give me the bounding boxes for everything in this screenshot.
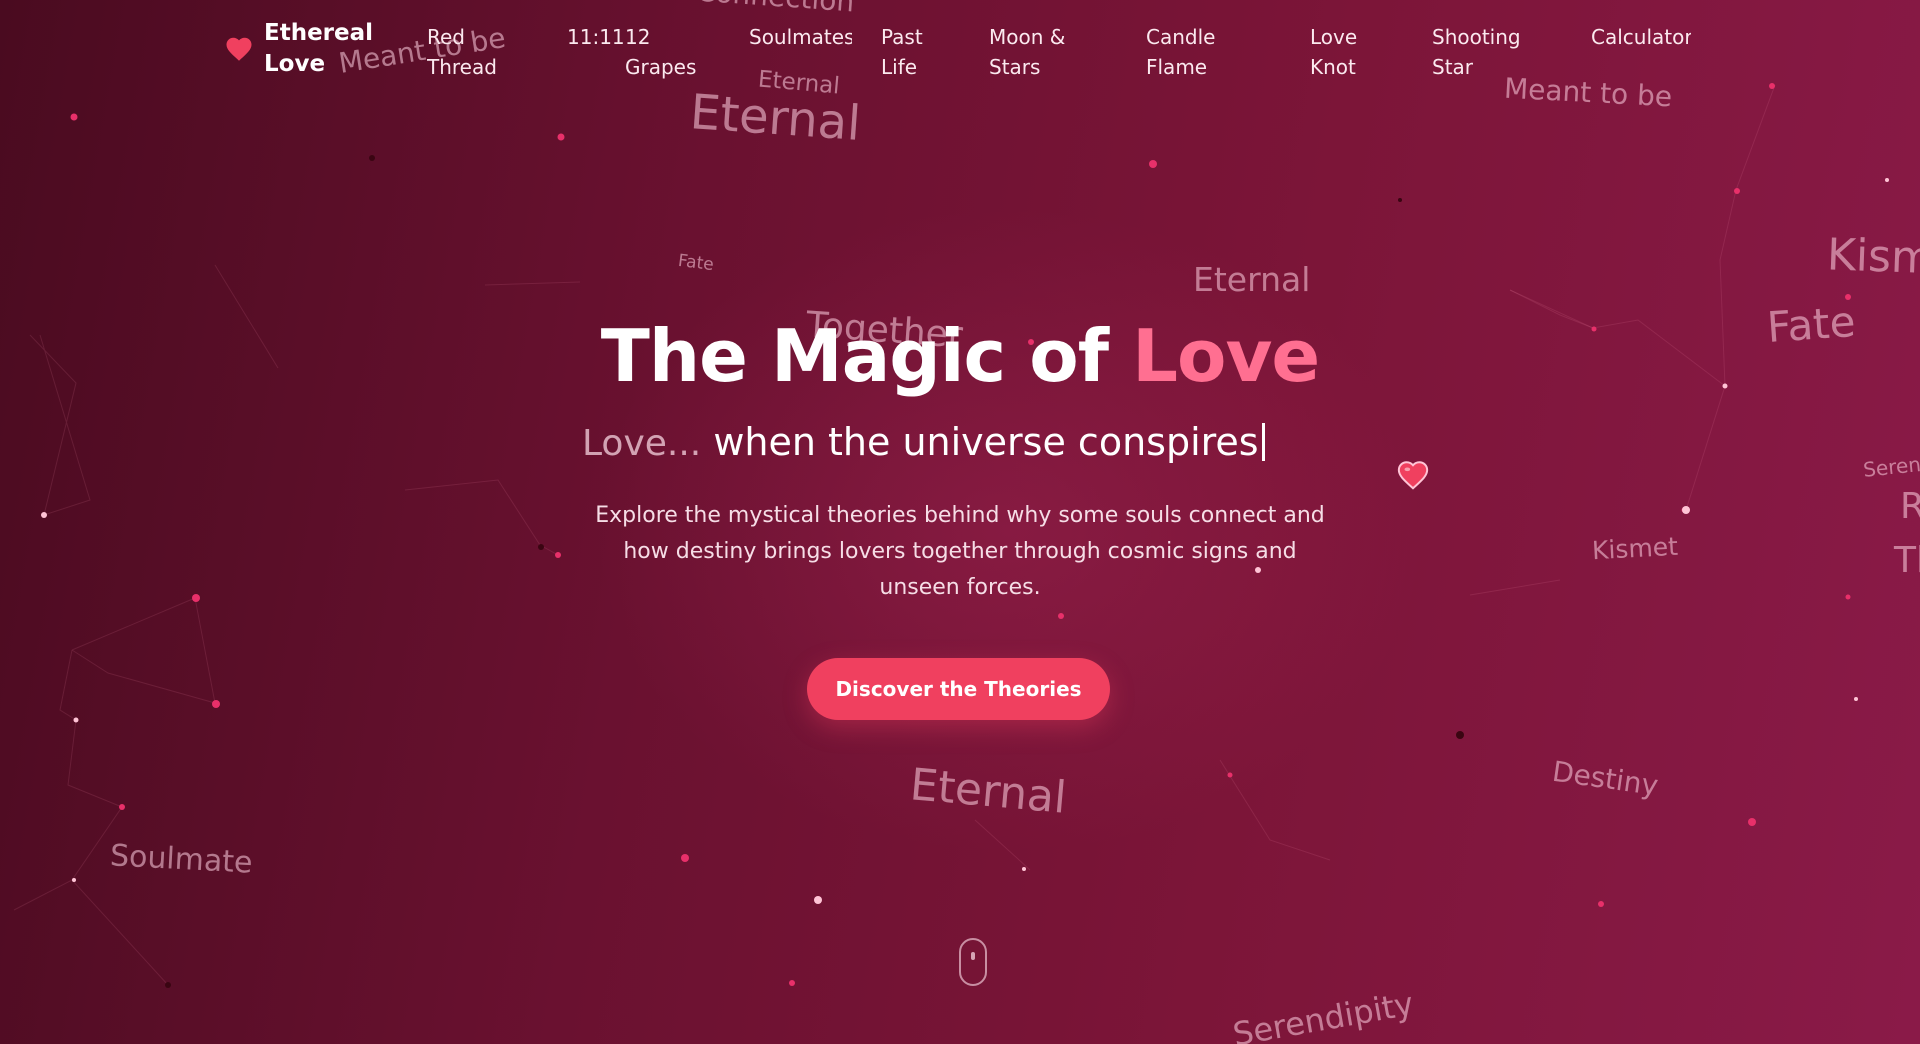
tagline-text: when the universe conspires	[701, 420, 1259, 464]
heart-icon	[226, 37, 252, 61]
floating-heart-icon	[1397, 461, 1429, 490]
nav-item-moon-stars[interactable]: Moon & Stars	[989, 22, 1089, 82]
hero-title-main: The Magic of	[600, 314, 1133, 398]
typed-tagline: Love... when the universe conspires	[582, 414, 1382, 472]
hero-section: Meant to be Connection Eternal Eternal M…	[0, 0, 1920, 1044]
hero-title: The Magic of Love	[0, 310, 1920, 402]
tagline-prefix: Love...	[582, 423, 702, 464]
nav-item-shooting-star[interactable]: Shooting Star	[1432, 22, 1542, 82]
nav-item-past-life[interactable]: Past Life	[881, 22, 951, 82]
nav-item-calculator[interactable]: Calculator	[1591, 22, 1691, 52]
nav-item-red-thread[interactable]: Red Thread	[427, 22, 517, 82]
typing-caret	[1261, 423, 1265, 461]
hero-title-accent: Love	[1132, 314, 1320, 398]
scroll-dot	[971, 952, 975, 960]
discover-theories-button[interactable]: Discover the Theories	[807, 658, 1110, 720]
scroll-down-indicator[interactable]	[959, 938, 987, 986]
hero-description: Explore the mystical theories behind why…	[595, 503, 1325, 600]
brand-name: Ethereal Love	[264, 20, 374, 77]
nav-item-love-knot[interactable]: Love Knot	[1310, 22, 1380, 82]
nav-item-12-grapes[interactable]: 12 Grapes	[625, 22, 715, 82]
nav-item-soulmates[interactable]: Soulmates	[749, 22, 852, 52]
brand-logo[interactable]: Ethereal Love	[224, 18, 384, 80]
top-navigation: Ethereal Love Red Thread 11:11 12 Grapes…	[0, 0, 1920, 100]
nav-item-candle-flame[interactable]: Candle Flame	[1146, 22, 1246, 82]
nav-item-11-11[interactable]: 11:11	[567, 22, 627, 52]
